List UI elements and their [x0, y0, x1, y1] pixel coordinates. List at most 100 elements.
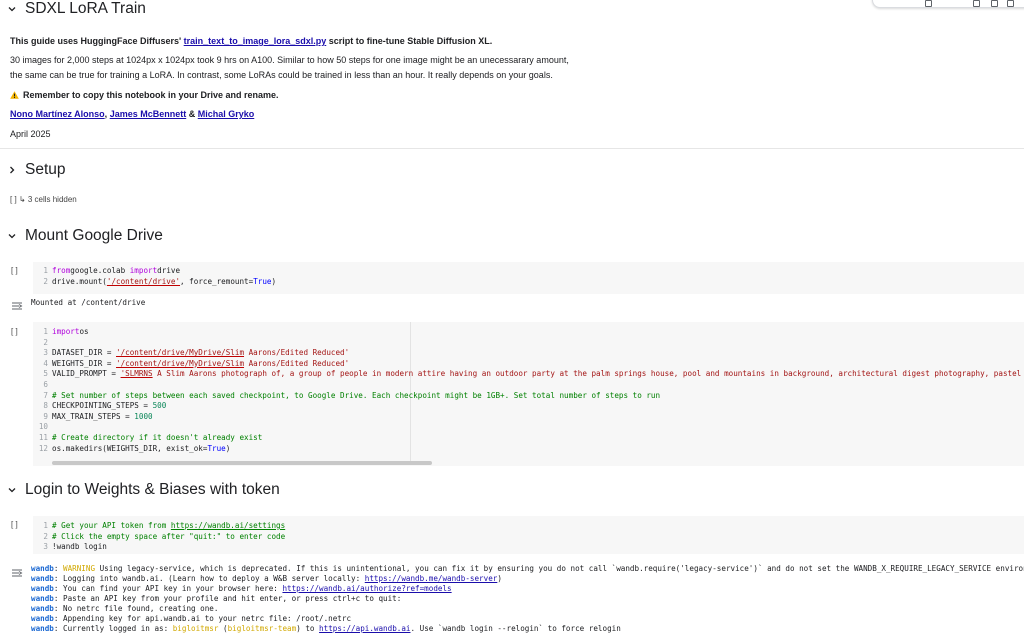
code-token: VALID_PROMPT =: [52, 369, 121, 379]
code-line: 11 # Create directory if it doesn't alrea…: [34, 433, 262, 443]
code-token: WEIGHTS_DIR =: [52, 358, 117, 368]
code-line: 4 WEIGHTS_DIR = '/content/drive/MyDrive/S…: [34, 359, 349, 369]
output-token: wandb: [31, 614, 54, 623]
line-number: 12: [38, 443, 48, 453]
output-token: (: [218, 624, 228, 633]
output-token: WARNING: [63, 564, 96, 573]
output-token: bigloitmsr-team: [227, 624, 297, 633]
line-number: 8: [43, 401, 48, 411]
section-heading-setup[interactable]: Setup: [25, 161, 66, 179]
code-line: 1 # Get your API token from https://wandb…: [34, 521, 285, 531]
description-line-2: the same can be true for training a LoRA…: [10, 70, 553, 80]
line-number: 9: [43, 411, 48, 421]
line-number: 2: [43, 337, 48, 347]
remember-note: Remember to copy this notebook in your D…: [10, 90, 279, 101]
output-token: ) to: [296, 624, 320, 633]
expand-chevron-icon[interactable]: [8, 166, 16, 174]
remember-text: Remember to copy this notebook in your D…: [23, 90, 279, 100]
run-cell-button[interactable]: [ ]: [11, 520, 18, 529]
output-token: wandb: [31, 604, 54, 613]
output-line: wandb: Logging into wandb.ai. (Learn how…: [31, 574, 502, 584]
line-number: 1: [43, 266, 48, 275]
output-token: wandb: [31, 574, 54, 583]
output-token: . Use `wandb login --relogin` to force r…: [410, 624, 621, 633]
code-line: 8 CHECKPOINTING_STEPS = 500: [34, 401, 166, 411]
line-number: 3: [43, 348, 48, 358]
code-token: '/content/drive/MyDrive/Slim: [116, 348, 245, 358]
author-link-1[interactable]: Nono Martínez Alonso: [10, 109, 105, 119]
output-token: : Logging into wandb.ai. (Learn how to d…: [53, 574, 365, 583]
code-token: drive.mount(: [52, 276, 107, 286]
date-text: April 2025: [10, 129, 51, 139]
run-cell-button[interactable]: [ ]: [11, 266, 18, 275]
section-heading-login[interactable]: Login to Weights & Biases with token: [25, 481, 280, 499]
output-token: wandb: [31, 564, 54, 573]
code-token: A Slim Aarons photograph of, a group of …: [152, 369, 1024, 379]
line-number: 1: [43, 521, 48, 530]
section-heading-mount[interactable]: Mount Google Drive: [25, 227, 163, 245]
code-token: Aarons/Edited Reduced': [244, 358, 350, 368]
code-token: CHECKPOINTING_STEPS =: [52, 401, 153, 411]
output-line: wandb: No netrc file found, creating one…: [31, 604, 218, 614]
output-token: wandb: [31, 594, 54, 603]
description-line-1: 30 images for 2,000 steps at 1024px x 10…: [10, 55, 569, 65]
line-number: 2: [43, 276, 48, 286]
output-token: : Appending key for api.wandb.ai to your…: [53, 614, 352, 623]
code-line: 6: [34, 380, 52, 390]
code-token: ): [225, 443, 231, 453]
output-line: wandb: Currently logged in as: bigloitms…: [31, 624, 621, 634]
horizontal-scrollbar[interactable]: [52, 461, 432, 465]
intro-text-cell[interactable]: SDXL LoRA Train This guide uses HuggingF…: [0, 0, 1024, 150]
output-toggle-icon[interactable]: [11, 565, 23, 577]
output-token: ): [497, 574, 502, 583]
collapse-chevron-icon[interactable]: [8, 5, 16, 13]
code-line: 2 # Click the empty space after "quit:" t…: [34, 532, 285, 542]
code-line: 5 VALID_PROMPT = 'SLMRNS A Slim Aarons ph…: [34, 369, 1024, 379]
code-token: 1000: [134, 411, 153, 421]
code-token: drive: [157, 266, 181, 275]
output-line: wandb: Appending key for api.wandb.ai to…: [31, 614, 351, 624]
code-token: # Get your API token from: [52, 521, 171, 530]
code-token: os.makedirs(WEIGHTS_DIR, exist_ok=: [52, 443, 208, 453]
code-token: import: [129, 266, 158, 275]
script-link[interactable]: train_text_to_image_lora_sdxl.py: [184, 36, 327, 46]
guide-line: This guide uses HuggingFace Diffusers' t…: [10, 36, 492, 46]
code-token: !wandb login: [52, 542, 107, 551]
line-number: 1: [43, 327, 48, 336]
code-line: 7 # Set number of steps between each save…: [34, 391, 660, 401]
author-link-2[interactable]: James McBennett: [110, 109, 187, 119]
collapse-chevron-icon[interactable]: [8, 486, 16, 494]
output-line: wandb: WARNING Using legacy-service, whi…: [31, 564, 1024, 574]
code-line: 2: [34, 338, 52, 348]
output-link[interactable]: https://wandb.me/wandb-server: [365, 574, 498, 583]
line-number: 3: [43, 542, 48, 551]
code-token: import: [52, 327, 80, 336]
code-token: os: [79, 327, 89, 336]
line-number: 10: [38, 422, 48, 432]
author-separator: &: [186, 109, 198, 119]
output-token: wandb: [31, 624, 54, 633]
guide-prefix: This guide uses HuggingFace Diffusers': [10, 36, 184, 46]
code-line: 1 importos: [34, 327, 89, 337]
output-link[interactable]: https://wandb.ai/authorize?ref=models: [282, 584, 451, 593]
code-token: 500: [152, 401, 167, 411]
code-line: 12 os.makedirs(WEIGHTS_DIR, exist_ok=True…: [34, 444, 230, 454]
author-link-3[interactable]: Michal Gryko: [198, 109, 255, 119]
code-token: True: [253, 276, 272, 286]
code-token: ): [271, 276, 277, 286]
code-token: , force_remount=: [180, 276, 254, 286]
output-token: : You can find your API key in your brow…: [53, 584, 283, 593]
code-line: 1 fromgoogle.colab importdrive: [34, 266, 180, 276]
line-number: 11: [38, 433, 48, 442]
line-number: 5: [43, 369, 48, 379]
line-number: 6: [43, 380, 48, 389]
run-cell-button[interactable]: [ ]: [11, 327, 18, 336]
output-toggle-icon[interactable]: [11, 298, 23, 310]
hidden-cells-toggle[interactable]: [ ] ↳ 3 cells hidden: [10, 195, 77, 204]
cell-output: Mounted at /content/drive: [31, 298, 146, 307]
code-token: google.colab: [70, 266, 130, 275]
code-token: MAX_TRAIN_STEPS =: [52, 411, 135, 421]
code-token: '/content/drive/MyDrive/Slim: [116, 358, 245, 368]
collapse-chevron-icon[interactable]: [8, 232, 16, 240]
output-link[interactable]: https://api.wandb.ai: [319, 624, 410, 633]
